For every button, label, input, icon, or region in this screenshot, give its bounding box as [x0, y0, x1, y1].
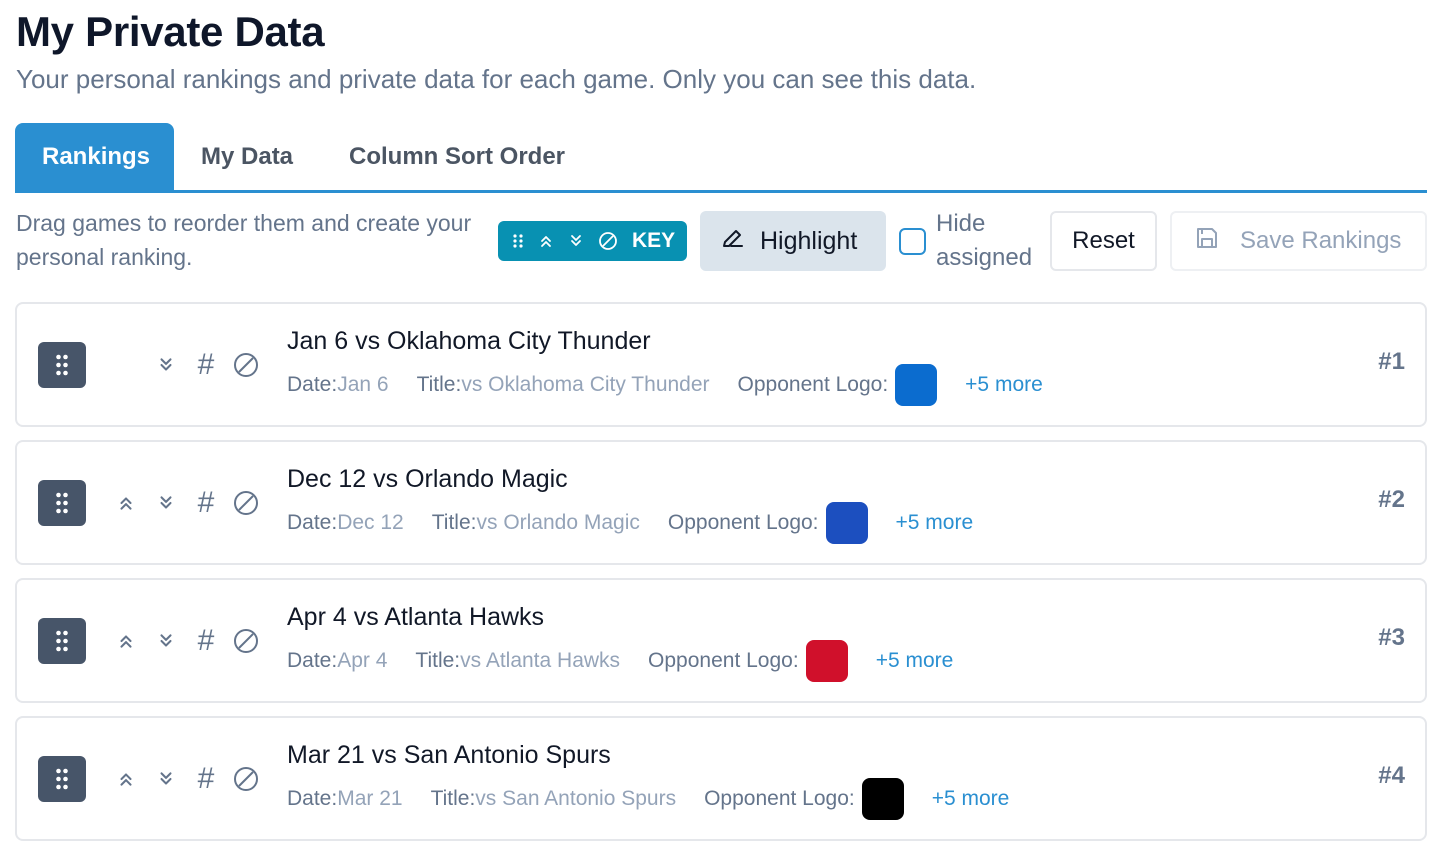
opponent-logo-swatch: [861, 778, 904, 820]
set-rank-number-icon[interactable]: #: [191, 764, 221, 794]
key-button[interactable]: KEY: [498, 221, 687, 261]
game-title: Mar 21 vs San Antonio Spurs: [287, 741, 611, 769]
date-value: Jan 6: [337, 373, 389, 396]
title-value: vs San Antonio Spurs: [475, 787, 677, 810]
tab-bar: Rankings My Data Column Sort Order: [15, 123, 1427, 193]
save-rankings-button[interactable]: Save Rankings: [1170, 211, 1427, 271]
drag-handle-icon[interactable]: [38, 756, 86, 802]
game-meta: Date: Apr 4 Title: vs Atlanta Hawks Opponent…: [287, 640, 953, 682]
reset-button[interactable]: Reset: [1050, 211, 1157, 271]
opponent-logo-key: Opponent Logo:: [704, 787, 855, 810]
opponent-logo-key: Opponent Logo:: [737, 373, 889, 396]
move-to-top-icon[interactable]: [111, 626, 141, 656]
rank-number: #4: [1378, 762, 1405, 789]
tab-my-data[interactable]: My Data: [201, 123, 293, 190]
drag-handle-icon[interactable]: [38, 480, 86, 526]
title-value: vs Orlando Magic: [476, 511, 640, 534]
game-title: Dec 12 vs Orlando Magic: [287, 465, 568, 493]
exclude-ban-icon[interactable]: [231, 626, 261, 656]
tab-column-sort-order[interactable]: Column Sort Order: [349, 123, 565, 190]
title-key: Title:: [430, 787, 476, 810]
page-subtitle: Your personal rankings and private data …: [16, 64, 977, 94]
date-value: Mar 21: [337, 787, 403, 810]
set-rank-number-icon[interactable]: #: [191, 488, 221, 518]
ban-icon: [598, 231, 618, 251]
move-to-top-icon[interactable]: [111, 488, 141, 518]
highlight-button[interactable]: Highlight: [700, 211, 886, 271]
rank-number: #1: [1378, 348, 1405, 375]
opponent-logo-key: Opponent Logo:: [648, 649, 799, 672]
more-fields-link[interactable]: +5 more: [932, 787, 1010, 811]
page-title: My Private Data: [16, 8, 325, 55]
title-key: Title:: [416, 373, 462, 396]
drag-dots-icon: [512, 233, 524, 249]
save-rankings-label: Save Rankings: [1240, 227, 1402, 254]
opponent-logo-swatch: [895, 364, 938, 406]
exclude-ban-icon[interactable]: [231, 350, 261, 380]
opponent-logo-swatch: [825, 502, 868, 544]
date-key: Date:: [287, 511, 338, 534]
title-key: Title:: [415, 649, 461, 672]
game-meta: Date: Dec 12 Title: vs Orlando Magic Opponen…: [287, 502, 973, 544]
game-card[interactable]: # Dec 12 vs Orlando Magic Date: Dec 12 Title…: [15, 440, 1427, 565]
rank-number: #3: [1378, 624, 1405, 651]
hide-assigned-checkbox[interactable]: [899, 228, 926, 255]
hide-assigned-label[interactable]: Hide assigned: [936, 207, 1046, 275]
key-label: KEY: [632, 229, 676, 252]
move-to-bottom-icon[interactable]: [151, 764, 181, 794]
drag-handle-icon[interactable]: [38, 618, 86, 664]
exclude-ban-icon[interactable]: [231, 764, 261, 794]
date-value: Dec 12: [337, 511, 404, 534]
chevrons-down-icon: [568, 233, 584, 249]
chevrons-up-icon: [538, 233, 554, 249]
move-to-bottom-icon[interactable]: [151, 350, 181, 380]
game-card[interactable]: # Mar 21 vs San Antonio Spurs Date: Mar 21 T…: [15, 716, 1427, 841]
game-meta: Date: Mar 21 Title: vs San Antonio Spurs Opp…: [287, 778, 1009, 820]
highlight-label: Highlight: [760, 226, 858, 255]
title-key: Title:: [431, 511, 477, 534]
title-value: vs Atlanta Hawks: [460, 649, 621, 672]
set-rank-number-icon[interactable]: #: [191, 350, 221, 380]
more-fields-link[interactable]: +5 more: [896, 511, 974, 535]
date-key: Date:: [287, 373, 338, 396]
opponent-logo-swatch: [805, 640, 848, 682]
game-title: Jan 6 vs Oklahoma City Thunder: [287, 327, 651, 355]
more-fields-link[interactable]: +5 more: [965, 373, 1043, 397]
instructions-text: Drag games to reorder them and create yo…: [16, 210, 472, 270]
game-card[interactable]: # Apr 4 vs Atlanta Hawks Date: Apr 4 Title: v…: [15, 578, 1427, 703]
title-value: vs Oklahoma City Thunder: [461, 373, 710, 396]
date-value: Apr 4: [337, 649, 388, 672]
date-key: Date:: [287, 649, 338, 672]
date-key: Date:: [287, 787, 338, 810]
save-icon: [1194, 225, 1220, 258]
set-rank-number-icon[interactable]: #: [191, 626, 221, 656]
opponent-logo-key: Opponent Logo:: [667, 511, 819, 534]
move-to-bottom-icon[interactable]: [151, 626, 181, 656]
game-title: Apr 4 vs Atlanta Hawks: [287, 603, 545, 631]
game-card[interactable]: # Jan 6 vs Oklahoma City Thunder Date: Jan …: [15, 302, 1427, 427]
more-fields-link[interactable]: +5 more: [876, 649, 954, 673]
move-to-top-icon[interactable]: [111, 764, 141, 794]
exclude-ban-icon[interactable]: [231, 488, 261, 518]
highlighter-icon: [720, 225, 746, 258]
drag-handle-icon[interactable]: [38, 342, 86, 388]
game-meta: Date: Jan 6 Title: vs Oklahoma City Thunder…: [287, 364, 1043, 406]
tab-rankings[interactable]: Rankings: [15, 123, 174, 190]
move-to-bottom-icon[interactable]: [151, 488, 181, 518]
rank-number: #2: [1378, 486, 1405, 513]
